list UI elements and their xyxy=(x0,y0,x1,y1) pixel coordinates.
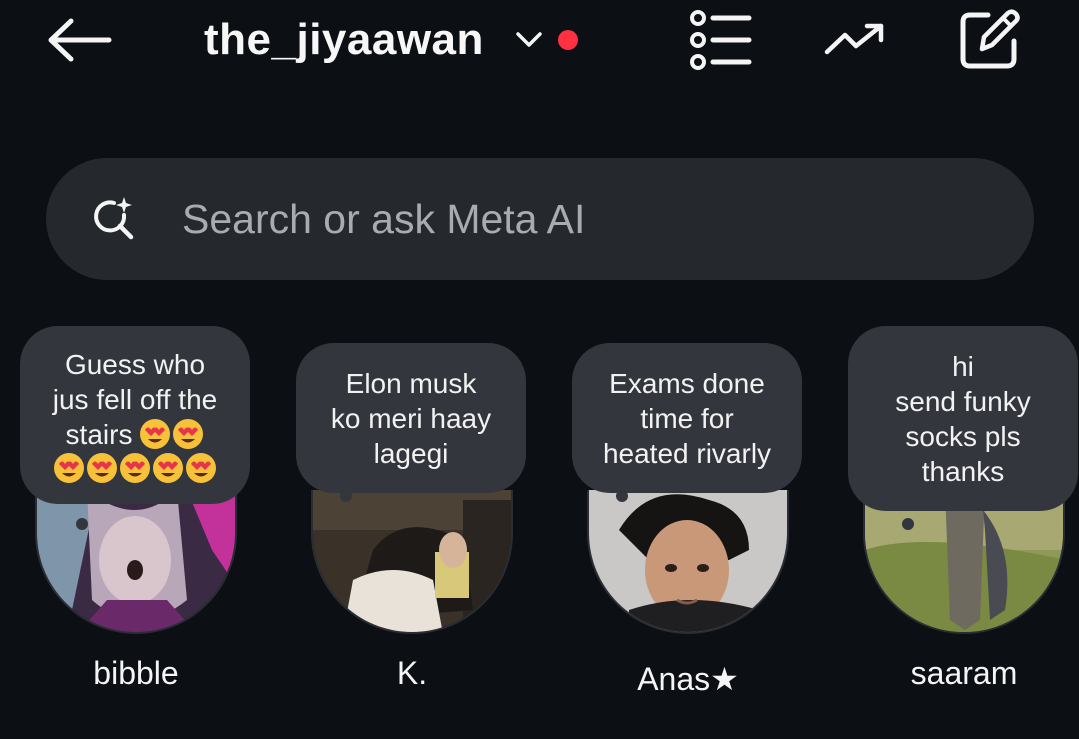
chevron-down-icon xyxy=(514,25,544,55)
messages-screen: the_jiyaawan Search or ask Meta AI Guess… xyxy=(0,0,1079,739)
heart-eyes-emoji-icon xyxy=(120,452,150,483)
note-bubble-k[interactable]: Elon musk ko meri haay lagegi xyxy=(296,343,526,493)
outdoor-figure-avatar xyxy=(865,490,1063,632)
bubble-tail xyxy=(616,490,628,502)
trending-button[interactable] xyxy=(820,6,890,74)
note-line-with-emoji: stairs xyxy=(66,417,205,452)
heart-eyes-emoji-icon xyxy=(87,452,117,483)
list-icon xyxy=(690,10,752,70)
note-line: time for xyxy=(640,402,734,434)
note-line: jus fell off the xyxy=(52,383,218,415)
heart-eyes-emoji-icon xyxy=(153,452,183,483)
note-line: thanks xyxy=(921,455,1005,487)
avatar-bibble[interactable] xyxy=(35,490,237,634)
note-line: lagegi xyxy=(373,437,449,469)
selfie-avatar xyxy=(589,490,787,632)
heart-eyes-emoji-icon xyxy=(54,452,84,483)
note-line: hi xyxy=(952,350,974,382)
emoji-group xyxy=(138,418,204,450)
search-placeholder: Search or ask Meta AI xyxy=(182,195,586,242)
note-line: Exams done xyxy=(609,367,765,399)
note-bubble-anas[interactable]: Exams done time for heated rivarly xyxy=(572,343,802,493)
search-input[interactable]: Search or ask Meta AI xyxy=(46,158,1034,280)
heart-eyes-emoji-icon xyxy=(172,419,203,449)
back-arrow-icon xyxy=(48,18,112,62)
avatar-k[interactable] xyxy=(311,490,513,634)
note-line: Guess who xyxy=(64,348,206,380)
trending-icon xyxy=(824,23,884,55)
note-bubble-saaram[interactable]: hi send funky socks pls thanks xyxy=(848,326,1078,511)
emoji-group xyxy=(53,452,218,484)
note-bubble-bibble[interactable]: Guess who jus fell off the stairs xyxy=(20,326,250,504)
username-label[interactable]: saaram xyxy=(863,655,1065,692)
username: the_jiyaawan xyxy=(204,15,484,64)
note-line: send funky xyxy=(895,385,1031,417)
avatar-anas[interactable] xyxy=(587,490,789,634)
person-reading-avatar xyxy=(313,490,511,632)
note-line: stairs xyxy=(65,418,133,450)
bubble-tail xyxy=(340,490,352,502)
username-label[interactable]: K. xyxy=(311,655,513,692)
note-line: socks pls xyxy=(905,420,1021,452)
username-label[interactable]: bibble xyxy=(35,655,237,692)
bubble-tail xyxy=(902,518,914,530)
note-line: ko meri haay xyxy=(330,402,492,434)
bubble-tail xyxy=(76,518,88,530)
back-button[interactable] xyxy=(40,12,120,68)
account-switcher[interactable]: the_jiyaawan xyxy=(204,12,578,68)
new-message-button[interactable] xyxy=(954,6,1024,74)
top-bar: the_jiyaawan xyxy=(0,0,1079,90)
avatar-saaram[interactable] xyxy=(863,490,1065,634)
meta-ai-search-icon xyxy=(90,195,138,243)
notification-dot xyxy=(557,30,578,50)
note-line: Elon musk xyxy=(345,367,477,399)
list-button[interactable] xyxy=(686,6,756,74)
note-line: heated rivarly xyxy=(602,437,772,469)
heart-eyes-emoji-icon xyxy=(186,452,216,483)
edit-icon xyxy=(960,9,1020,69)
cartoon-character-avatar xyxy=(37,490,235,632)
username-label[interactable]: Anas★ xyxy=(587,660,789,698)
heart-eyes-emoji-icon xyxy=(139,419,170,449)
